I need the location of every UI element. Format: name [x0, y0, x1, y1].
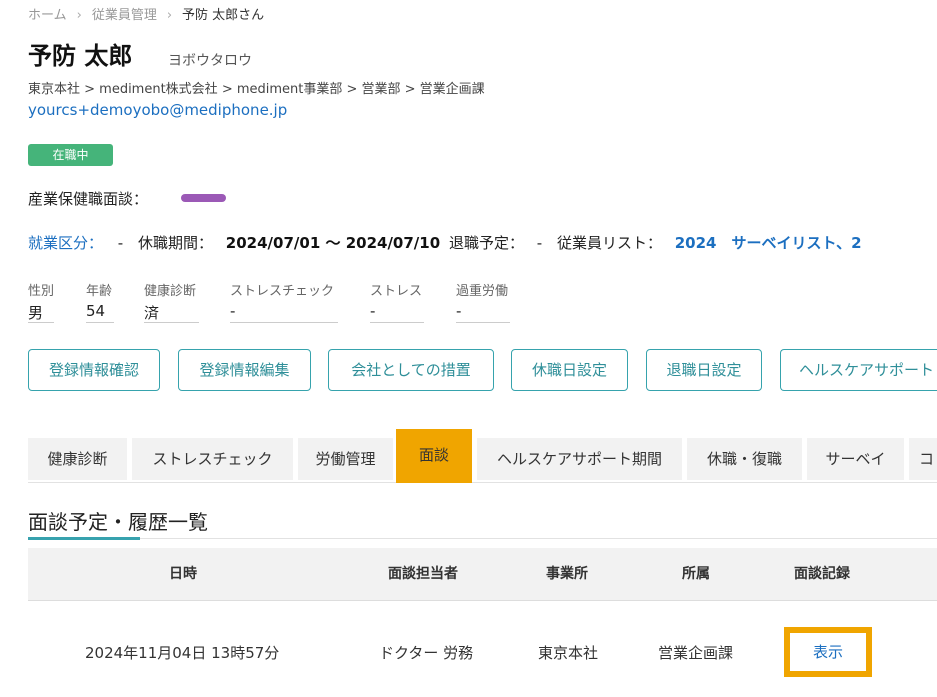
- cell-interviewer: ドクター 労務: [379, 644, 474, 662]
- column-header-interviewer: 面談担当者: [388, 566, 458, 582]
- field-value-overwork: -: [456, 302, 510, 323]
- tab-stress-check[interactable]: ストレスチェック: [132, 438, 293, 480]
- field-value-stress: -: [370, 302, 424, 323]
- column-header-department: 所属: [682, 566, 710, 582]
- occupational-health-label: 産業保健職面談：: [28, 190, 149, 208]
- field-label-gender: 性別: [28, 284, 55, 299]
- cell-office: 東京本社: [538, 644, 599, 662]
- list-value-link[interactable]: 2024 サーベイリスト、2: [675, 234, 862, 252]
- field-value-gender: 男: [28, 302, 54, 323]
- cell-datetime: 2024年11月04日 13時57分: [85, 644, 280, 662]
- chevron-right-icon: ›: [76, 8, 82, 23]
- field-label-stress: ストレス: [370, 284, 423, 299]
- field-label-overwork: 過重労働: [456, 284, 509, 299]
- employee-name: 予防 太郎: [28, 42, 133, 70]
- show-record-button[interactable]: 表示: [790, 633, 866, 671]
- field-value-stress-check: -: [230, 302, 338, 323]
- view-registration-button[interactable]: 登録情報確認: [28, 349, 160, 391]
- column-header-office: 事業所: [546, 566, 588, 582]
- field-value-health-check: 済: [144, 302, 199, 323]
- status-badge: 在職中: [28, 144, 113, 166]
- tab-labor-management[interactable]: 労働管理: [298, 438, 393, 480]
- cell-department: 営業企画課: [658, 644, 734, 662]
- company-measures-button[interactable]: 会社としての措置: [328, 349, 494, 391]
- column-header-record: 面談記録: [794, 566, 850, 582]
- breadcrumb-employee-management[interactable]: 従業員管理: [92, 8, 157, 23]
- tabs-divider: [28, 482, 937, 483]
- tab-leave-return[interactable]: 休職・復職: [687, 438, 802, 480]
- breadcrumb-current: 予防 太郎さん: [182, 8, 265, 23]
- tab-survey[interactable]: サーベイ: [807, 438, 904, 480]
- tab-interview[interactable]: 面談: [401, 434, 467, 476]
- work-type-value: -: [117, 234, 124, 252]
- occupational-health-indicator: [181, 194, 226, 202]
- org-path: 東京本社 > mediment株式会社 > mediment事業部 > 営業部 …: [28, 82, 485, 97]
- section-title: 面談予定・履歴一覧: [28, 510, 208, 534]
- section-divider: [28, 538, 937, 539]
- work-type-link[interactable]: 就業区分：: [28, 234, 103, 252]
- edit-registration-button[interactable]: 登録情報編集: [178, 349, 311, 391]
- tab-healthcare-support-period[interactable]: ヘルスケアサポート期間: [477, 438, 682, 480]
- retire-value: -: [536, 234, 543, 252]
- tab-more[interactable]: コ: [909, 438, 937, 480]
- breadcrumb: ホーム › 従業員管理 › 予防 太郎さん: [28, 4, 264, 23]
- field-value-age: 54: [86, 302, 114, 323]
- info-row: 就業区分： - 休職期間： 2024/07/01 〜 2024/07/10 退職…: [28, 232, 862, 253]
- healthcare-support-button[interactable]: ヘルスケアサポート: [780, 349, 937, 391]
- leave-label: 休職期間：: [138, 234, 214, 252]
- employee-kana: ヨボウタロウ: [168, 53, 252, 69]
- column-header-datetime: 日時: [169, 566, 197, 582]
- email-link[interactable]: yourcs+demoyobo@mediphone.jp: [28, 101, 287, 119]
- chevron-right-icon: ›: [166, 8, 173, 23]
- show-record-highlight: 表示: [784, 627, 872, 677]
- field-label-health-check: 健康診断: [144, 284, 197, 299]
- tab-health-check[interactable]: 健康診断: [28, 438, 127, 480]
- field-label-stress-check: ストレスチェック: [230, 284, 335, 299]
- retire-label: 退職予定：: [448, 234, 524, 252]
- list-label: 従業員リスト：: [556, 234, 662, 252]
- breadcrumb-home[interactable]: ホーム: [28, 8, 67, 23]
- leave-value: 2024/07/01 〜 2024/07/10: [225, 234, 441, 252]
- tab-interview-highlight: 面談: [396, 429, 472, 483]
- retire-date-button[interactable]: 退職日設定: [646, 349, 762, 391]
- leave-date-button[interactable]: 休職日設定: [511, 349, 628, 391]
- field-label-age: 年齢: [86, 284, 113, 299]
- section-accent: [28, 537, 140, 540]
